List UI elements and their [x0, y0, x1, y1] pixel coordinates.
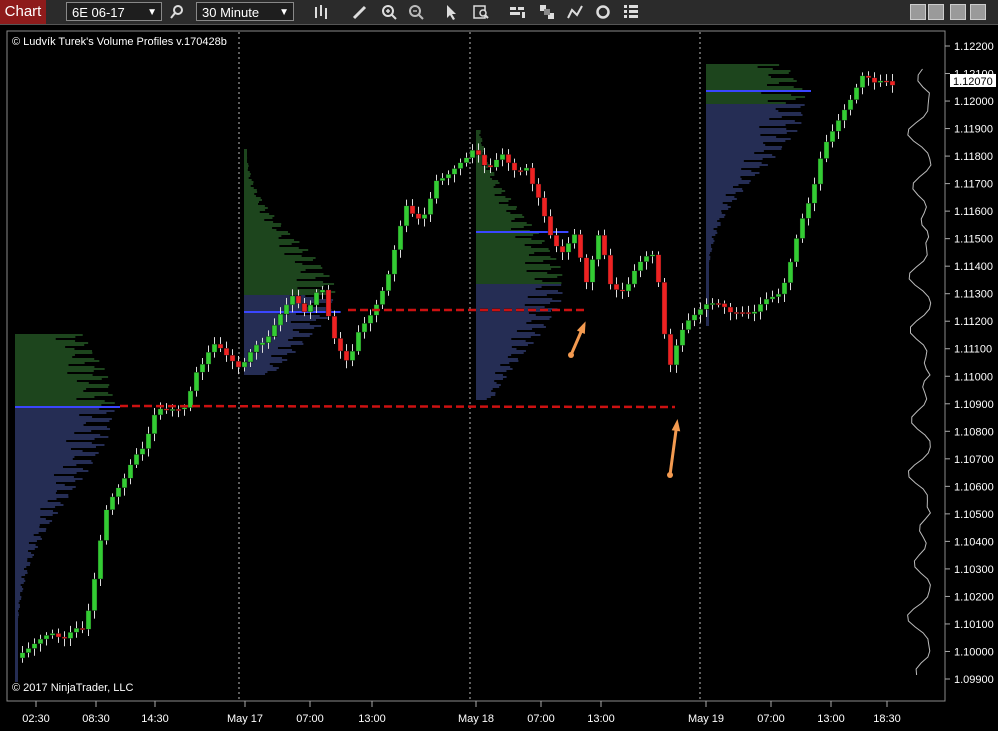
candle [793, 234, 800, 267]
zoom-in-icon[interactable] [380, 3, 398, 21]
chevron-down-icon: ▼ [279, 7, 289, 18]
instrument-selector[interactable]: 6E 06-17 ▼ [66, 2, 162, 21]
y-tick-label: 1.10100 [954, 619, 994, 631]
y-tick-label: 1.11500 [954, 234, 993, 246]
candle [661, 277, 668, 339]
y-tick-label: 1.11700 [954, 179, 993, 191]
y-tick-label: 1.10700 [954, 454, 994, 466]
y-tick-label: 1.10000 [954, 646, 994, 658]
y-tick-label: 1.11300 [954, 289, 993, 301]
x-tick-label: 13:00 [587, 713, 615, 725]
templates-icon[interactable] [538, 3, 556, 21]
x-tick-label: May 17 [227, 713, 263, 725]
current-price-label: 1.12070 [953, 76, 993, 88]
x-tick-label: 14:30 [141, 713, 169, 725]
chart-tab[interactable]: Chart [0, 0, 46, 24]
order-entry-icon[interactable] [508, 3, 526, 21]
x-tick-label: 02:30 [22, 713, 50, 725]
pencil-icon[interactable] [350, 3, 368, 21]
instrument-value: 6E 06-17 [72, 5, 125, 20]
bar-type-icon[interactable] [312, 3, 330, 21]
search-icon[interactable] [168, 3, 186, 21]
candle [103, 505, 110, 545]
x-tick-label: 13:00 [358, 713, 386, 725]
candle [655, 251, 662, 288]
chart-canvas[interactable]: 1.122001.121001.120001.119001.118001.117… [0, 25, 998, 726]
y-tick-label: 1.11900 [954, 124, 993, 136]
y-tick-label: 1.11400 [954, 261, 993, 273]
restore-button[interactable] [928, 4, 944, 20]
refresh-icon[interactable] [594, 3, 612, 21]
candle [325, 285, 332, 321]
y-tick-label: 1.11800 [954, 151, 993, 163]
y-tick-label: 1.12000 [954, 96, 994, 108]
pointer-icon[interactable] [442, 3, 460, 21]
y-tick-label: 1.11000 [954, 371, 993, 383]
current-price-marker: 1.12070 [950, 74, 996, 88]
y-tick-label: 1.11600 [954, 206, 993, 218]
candle [577, 229, 584, 262]
price-chart[interactable]: 1.122001.121001.120001.119001.118001.117… [0, 25, 998, 726]
data-box-icon[interactable] [472, 3, 490, 21]
properties-icon[interactable] [622, 3, 640, 21]
y-tick-label: 1.10800 [954, 426, 994, 438]
y-tick-label: 1.10400 [954, 536, 994, 548]
y-tick-label: 1.10200 [954, 591, 994, 603]
y-tick-label: 1.10500 [954, 509, 994, 521]
x-tick-label: 08:30 [82, 713, 110, 725]
toolbar: Chart 6E 06-17 ▼ 30 Minute ▼ [0, 0, 998, 25]
y-tick-label: 1.10600 [954, 481, 994, 493]
indicator-label: © Ludvík Turek's Volume Profiles v.17042… [12, 36, 227, 48]
copyright-label: © 2017 NinjaTrader, LLC [12, 682, 133, 694]
candle [97, 534, 104, 586]
y-tick-label: 1.11100 [954, 344, 992, 356]
x-tick-label: 18:30 [873, 713, 901, 725]
y-tick-label: 1.10300 [954, 564, 994, 576]
zoom-out-icon[interactable] [407, 3, 425, 21]
x-tick-label: 07:00 [757, 713, 785, 725]
x-tick-label: May 19 [688, 713, 724, 725]
interval-value: 30 Minute [202, 5, 260, 20]
drawing-tools-icon[interactable] [566, 3, 584, 21]
tile-button[interactable] [950, 4, 966, 20]
y-tick-label: 1.10900 [954, 399, 994, 411]
close-button[interactable] [970, 4, 986, 20]
interval-selector[interactable]: 30 Minute ▼ [196, 2, 294, 21]
chevron-down-icon: ▼ [147, 7, 157, 18]
x-tick-label: 13:00 [817, 713, 845, 725]
y-tick-label: 1.11200 [954, 316, 993, 328]
minimize-button[interactable] [910, 4, 926, 20]
x-tick-label: May 18 [458, 713, 494, 725]
x-tick-label: 07:00 [527, 713, 555, 725]
y-tick-label: 1.12200 [954, 41, 994, 53]
x-tick-label: 07:00 [296, 713, 324, 725]
y-tick-label: 1.09900 [954, 674, 994, 686]
